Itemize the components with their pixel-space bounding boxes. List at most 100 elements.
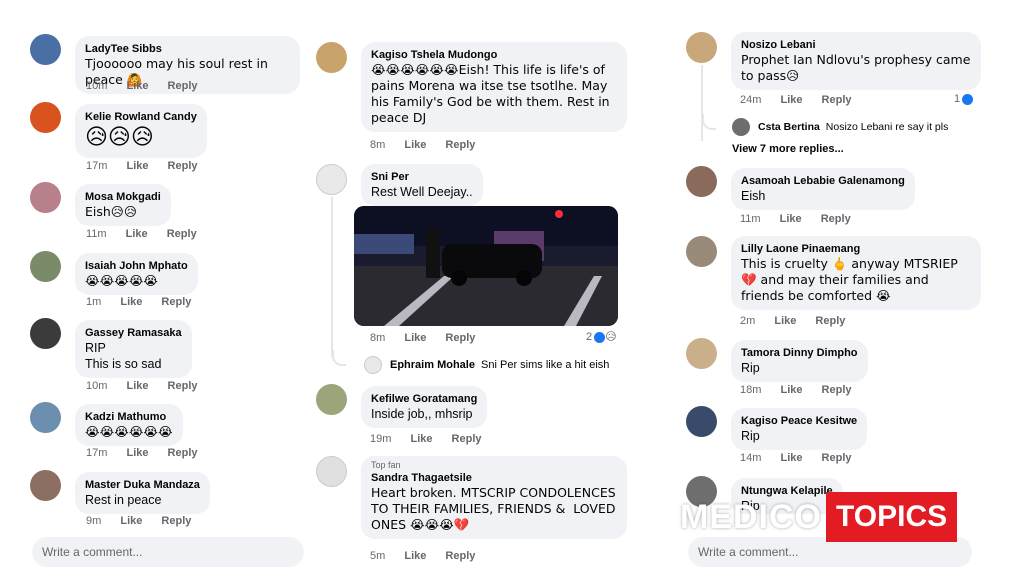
- commenter-name[interactable]: Lilly Laone Pinaemang: [741, 242, 971, 256]
- reply-button[interactable]: Reply: [445, 550, 475, 562]
- timestamp[interactable]: 2m: [740, 315, 755, 327]
- commenter-name[interactable]: Nosizo Lebani: [741, 38, 971, 52]
- commenter-name[interactable]: Sni Per: [371, 170, 473, 184]
- avatar[interactable]: [316, 42, 347, 73]
- avatar[interactable]: [30, 251, 61, 282]
- commenter-name[interactable]: Master Duka Mandaza: [85, 478, 200, 492]
- timestamp[interactable]: 9m: [86, 515, 101, 527]
- reply-button[interactable]: Reply: [822, 452, 852, 464]
- reply-button[interactable]: Reply: [445, 332, 475, 344]
- reply-button[interactable]: Reply: [452, 433, 482, 445]
- avatar[interactable]: [316, 456, 347, 487]
- avatar[interactable]: [30, 182, 61, 213]
- comment-bubble: Kefilwe Goratamang Inside job,, mhsrip: [361, 386, 488, 428]
- like-button[interactable]: Like: [780, 452, 802, 464]
- like-button[interactable]: Like: [404, 550, 426, 562]
- nested-reply-body: Ephraim Mohale Sni Per sims like a hit e…: [390, 359, 609, 371]
- view-more-replies-link[interactable]: View 7 more replies...: [732, 143, 844, 155]
- like-button[interactable]: Like: [126, 447, 148, 459]
- avatar[interactable]: [686, 166, 717, 197]
- like-reaction-icon: [962, 93, 974, 105]
- reply-button[interactable]: Reply: [168, 80, 198, 92]
- write-comment-input[interactable]: Write a comment...: [32, 537, 304, 567]
- reply-button[interactable]: Reply: [822, 384, 852, 396]
- avatar[interactable]: [364, 356, 382, 374]
- reply-button[interactable]: Reply: [822, 94, 852, 106]
- comment-actions: 8m Like Reply: [370, 332, 491, 344]
- commenter-name[interactable]: Mosa Mokgadi: [85, 190, 161, 204]
- commenter-name[interactable]: Csta Bertina: [758, 121, 820, 133]
- reply-button[interactable]: Reply: [167, 228, 197, 240]
- reply-button[interactable]: Reply: [161, 515, 191, 527]
- timestamp[interactable]: 17m: [86, 447, 107, 459]
- avatar[interactable]: [30, 402, 61, 433]
- like-button[interactable]: Like: [774, 315, 796, 327]
- commenter-name[interactable]: Gassey Ramasaka: [85, 326, 182, 340]
- like-button[interactable]: Like: [126, 160, 148, 172]
- reaction-number: 1: [954, 93, 961, 105]
- avatar[interactable]: [732, 118, 750, 136]
- commenter-name[interactable]: Asamoah Lebabie Galenamong: [741, 174, 905, 188]
- comment-photo[interactable]: [354, 206, 618, 326]
- commenter-name[interactable]: Kagiso Peace Kesitwe: [741, 414, 857, 428]
- reply-button[interactable]: Reply: [168, 447, 198, 459]
- reply-button[interactable]: Reply: [815, 315, 845, 327]
- like-button[interactable]: Like: [404, 332, 426, 344]
- timestamp[interactable]: 11m: [740, 213, 761, 225]
- like-button[interactable]: Like: [126, 80, 148, 92]
- like-button[interactable]: Like: [120, 296, 142, 308]
- timestamp[interactable]: 18m: [740, 384, 761, 396]
- like-button[interactable]: Like: [120, 515, 142, 527]
- avatar[interactable]: [686, 406, 717, 437]
- commenter-name[interactable]: Tamora Dinny Dimpho: [741, 346, 858, 360]
- reaction-count[interactable]: 2 😥: [586, 330, 617, 343]
- like-button[interactable]: Like: [780, 384, 802, 396]
- comment-actions: 2m Like Reply: [740, 315, 861, 327]
- reaction-count[interactable]: 1: [954, 93, 974, 105]
- comment: Kagiso Peace Kesitwe Rip 14m Like Reply: [686, 406, 976, 468]
- like-button[interactable]: Like: [780, 94, 802, 106]
- timestamp[interactable]: 14m: [740, 452, 761, 464]
- timestamp[interactable]: 5m: [370, 550, 385, 562]
- timestamp[interactable]: 8m: [370, 139, 385, 151]
- reply-button[interactable]: Reply: [168, 160, 198, 172]
- commenter-name[interactable]: Sandra Thagaetsile: [371, 471, 617, 485]
- like-button[interactable]: Like: [404, 139, 426, 151]
- avatar[interactable]: [30, 470, 61, 501]
- like-button[interactable]: Like: [126, 228, 148, 240]
- commenter-name[interactable]: Isaiah John Mphato: [85, 259, 188, 273]
- avatar[interactable]: [316, 164, 347, 195]
- like-button[interactable]: Like: [126, 380, 148, 392]
- commenter-name[interactable]: Ephraim Mohale: [390, 359, 475, 371]
- commenter-name[interactable]: Kefilwe Goratamang: [371, 392, 477, 406]
- reply-button[interactable]: Reply: [445, 139, 475, 151]
- avatar[interactable]: [686, 32, 717, 63]
- timestamp[interactable]: 10m: [86, 80, 107, 92]
- avatar[interactable]: [686, 338, 717, 369]
- timestamp[interactable]: 11m: [86, 228, 107, 240]
- comment-bubble: Tamora Dinny Dimpho Rip: [731, 340, 868, 382]
- avatar[interactable]: [30, 102, 61, 133]
- timestamp[interactable]: 17m: [86, 160, 107, 172]
- comment: Kefilwe Goratamang Inside job,, mhsrip 1…: [316, 384, 626, 448]
- timestamp[interactable]: 10m: [86, 380, 107, 392]
- avatar[interactable]: [30, 318, 61, 349]
- avatar[interactable]: [686, 236, 717, 267]
- like-button[interactable]: Like: [410, 433, 432, 445]
- avatar[interactable]: [316, 384, 347, 415]
- commenter-name[interactable]: Kagiso Tshela Mudongo: [371, 48, 617, 62]
- comment-actions: 8m Like Reply: [370, 139, 491, 151]
- timestamp[interactable]: 8m: [370, 332, 385, 344]
- comment-text: Inside job,, mhsrip: [371, 407, 473, 421]
- reply-button[interactable]: Reply: [821, 213, 851, 225]
- avatar[interactable]: [30, 34, 61, 65]
- reply-button[interactable]: Reply: [161, 296, 191, 308]
- timestamp[interactable]: 24m: [740, 94, 761, 106]
- commenter-name[interactable]: Kadzi Mathumo: [85, 410, 173, 424]
- commenter-name[interactable]: LadyTee Sibbs: [85, 42, 290, 56]
- timestamp[interactable]: 19m: [370, 433, 391, 445]
- timestamp[interactable]: 1m: [86, 296, 101, 308]
- reply-button[interactable]: Reply: [168, 380, 198, 392]
- commenter-name[interactable]: Kelie Rowland Candy: [85, 110, 197, 124]
- like-button[interactable]: Like: [780, 213, 802, 225]
